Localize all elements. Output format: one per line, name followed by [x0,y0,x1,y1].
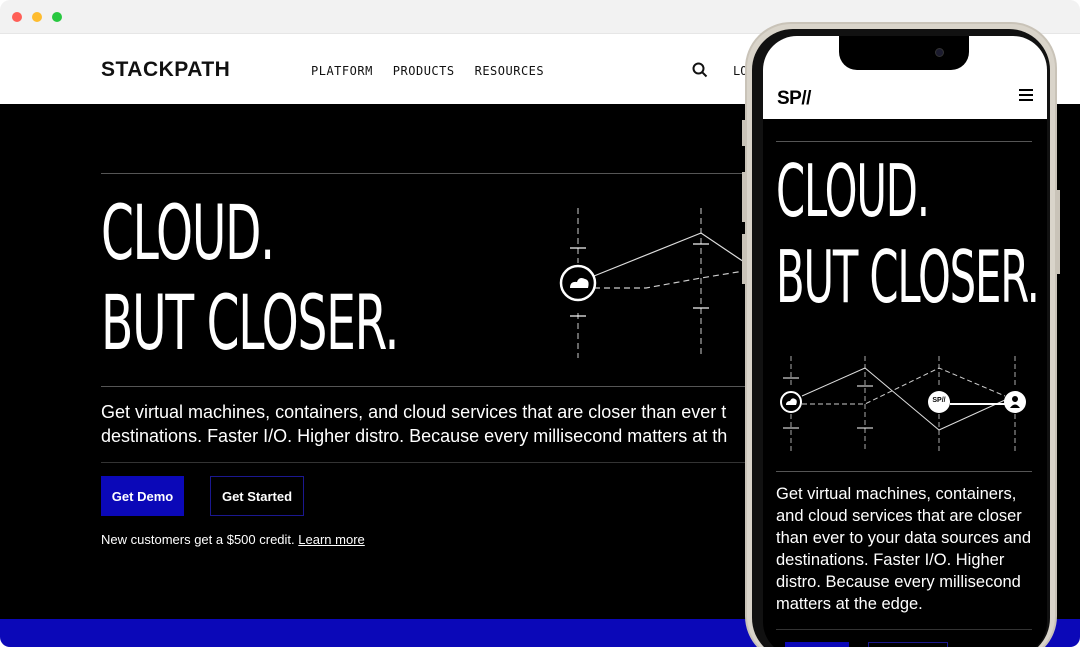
phone-screen: SP// CLOUD. BUT CLOSER. SP// Get virtual… [763,36,1047,647]
phone-mute-button [742,120,746,146]
phone-volume-down-button [742,234,746,284]
mobile-get-demo-button[interactable] [785,642,849,647]
minimize-window-button[interactable] [32,12,42,22]
front-camera [935,48,944,57]
mobile-phone-mockup: SP// CLOUD. BUT CLOSER. SP// Get virtual… [742,22,1060,647]
hamburger-menu-icon[interactable] [1019,89,1033,104]
mobile-headline: CLOUD. BUT CLOSER. [776,148,1040,320]
credit-text: New customers get a $500 credit. [101,532,295,547]
hero-description: Get virtual machines, containers, and cl… [101,400,801,448]
main-nav: PLATFORM PRODUCTS RESOURCES [311,64,544,78]
mobile-bottom-divider [776,629,1032,630]
nav-resources[interactable]: RESOURCES [475,64,545,78]
hero-description-line1: Get virtual machines, containers, and cl… [101,402,727,422]
mobile-headline-line1: CLOUD. [776,149,930,233]
search-icon[interactable] [692,62,708,78]
browser-window: STACKPATH PLATFORM PRODUCTS RESOURCES LO… [0,0,1080,647]
nav-products[interactable]: PRODUCTS [393,64,455,78]
stackpath-logo[interactable]: STACKPATH [101,58,230,82]
mobile-description: Get virtual machines, containers, and cl… [776,485,1031,613]
mobile-sp-node-label: SP// [932,397,946,404]
mobile-logo[interactable]: SP// [777,88,811,110]
mobile-network-diagram [780,356,1026,452]
mobile-headline-line2: BUT CLOSER. [776,235,1040,319]
hero-headline-line1: CLOUD. [101,188,275,277]
mobile-mid-divider [776,471,1032,472]
get-demo-button[interactable]: Get Demo [101,476,184,516]
learn-more-link[interactable]: Learn more [298,532,364,547]
network-diagram [559,208,750,358]
get-started-button[interactable]: Get Started [210,476,304,516]
phone-power-button [1056,190,1060,274]
hero-headline-line2: BUT CLOSER. [101,278,399,367]
credit-notice: New customers get a $500 credit. Learn m… [101,532,365,547]
hero-bottom-divider [101,462,761,463]
hero-headline: CLOUD. BUT CLOSER. [101,188,399,368]
hero-top-divider [101,173,761,174]
maximize-window-button[interactable] [52,12,62,22]
close-window-button[interactable] [12,12,22,22]
mobile-top-divider [776,141,1032,142]
nav-platform[interactable]: PLATFORM [311,64,373,78]
hero-mid-divider [101,386,761,387]
phone-volume-up-button [742,172,746,222]
hero-description-line2: destinations. Faster I/O. Higher distro.… [101,426,728,446]
phone-bezel: SP// CLOUD. BUT CLOSER. SP// Get virtual… [752,29,1050,647]
phone-notch [839,36,969,70]
mobile-get-started-button[interactable] [868,642,948,647]
